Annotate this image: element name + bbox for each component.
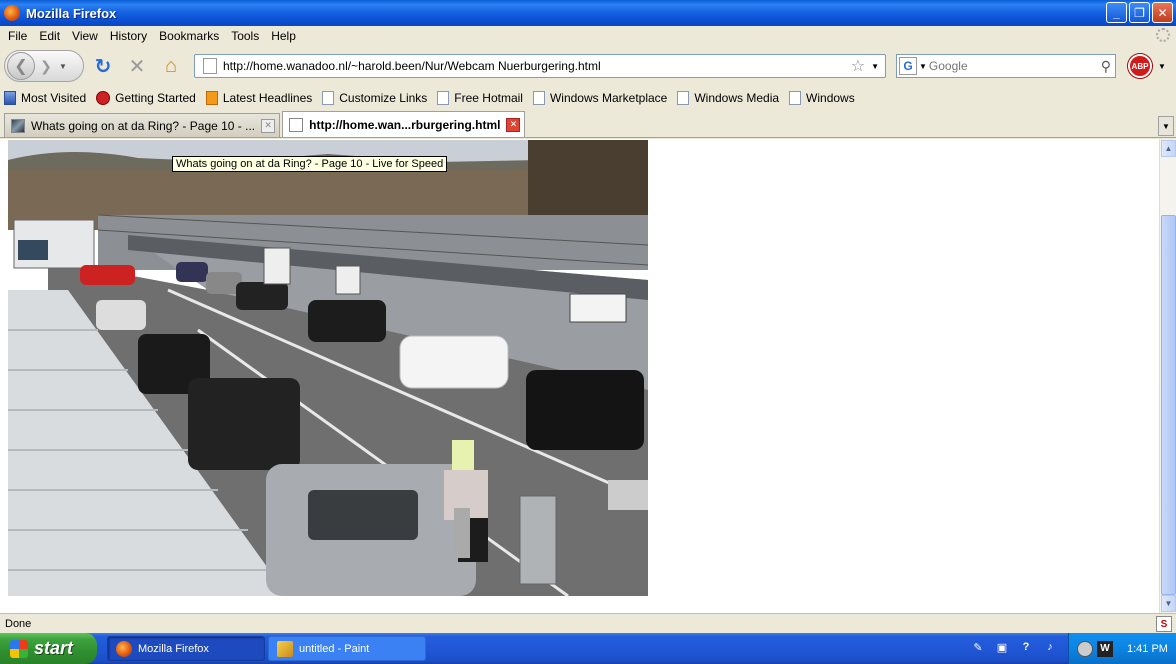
bookmark-customize-links[interactable]: Customize Links [322, 91, 427, 105]
menu-help[interactable]: Help [265, 29, 302, 43]
close-button[interactable]: ✕ [1152, 2, 1173, 23]
search-engine-dropdown-icon[interactable]: ▼ [919, 62, 927, 71]
url-dropdown-icon[interactable]: ▼ [871, 62, 879, 71]
page-favicon-icon [289, 117, 304, 132]
page-icon [322, 91, 335, 105]
tab-bar: Whats going on at da Ring? - Page 10 - .… [0, 111, 1176, 138]
search-input[interactable] [928, 59, 1101, 73]
page-icon [437, 91, 450, 105]
restore-button[interactable]: ❐ [1129, 2, 1150, 23]
bookmark-star-icon[interactable]: ☆ [851, 56, 865, 76]
back-forward-group: ❮ ❯ ▼ [4, 50, 84, 82]
pen-tool-icon[interactable]: ✎ [970, 639, 986, 655]
bookmarks-toolbar: Most Visited Getting Started Latest Head… [0, 86, 1176, 110]
webcam-image [8, 140, 648, 596]
network-icon[interactable]: ▣ [994, 639, 1010, 655]
title-bar: Mozilla Firefox _ ❐ ✕ [0, 0, 1176, 26]
search-magnifier-icon[interactable]: ⚲ [1101, 58, 1111, 75]
webcam-scene [8, 140, 648, 596]
menu-view[interactable]: View [66, 29, 104, 43]
bookmark-getting-started[interactable]: Getting Started [96, 91, 196, 105]
back-arrow-icon: ❮ [14, 58, 28, 75]
tab-close-icon[interactable]: ✕ [261, 118, 276, 133]
bookmark-free-hotmail[interactable]: Free Hotmail [437, 91, 523, 105]
menu-history[interactable]: History [104, 29, 153, 43]
start-button[interactable]: start [0, 633, 97, 664]
adblock-plus-icon[interactable]: ABP [1128, 54, 1152, 78]
scroll-down-arrow-icon[interactable]: ▼ [1161, 595, 1176, 612]
google-search-engine-icon[interactable]: G [899, 57, 917, 75]
history-dropdown-icon[interactable]: ▼ [59, 62, 67, 71]
tab-forum[interactable]: Whats going on at da Ring? - Page 10 - .… [4, 113, 281, 137]
vertical-scrollbar[interactable]: ▲ ▼ [1159, 139, 1176, 613]
forward-arrow-icon: ❯ [40, 57, 52, 74]
menu-bookmarks[interactable]: Bookmarks [153, 29, 225, 43]
firefox-icon [4, 5, 20, 21]
most-visited-icon [4, 91, 16, 105]
minimize-button[interactable]: _ [1106, 2, 1127, 23]
bookmark-most-visited[interactable]: Most Visited [4, 91, 86, 105]
throbber-icon [1156, 28, 1170, 42]
page-icon [677, 91, 690, 105]
tray-app-icon[interactable] [1077, 640, 1093, 657]
taskbar-item-firefox[interactable]: Mozilla Firefox [107, 636, 265, 661]
paint-icon [277, 640, 293, 657]
navigation-toolbar: ❮ ❯ ▼ ↻ ✕ ⌂ http://home.wanadoo.nl/~haro… [0, 46, 1176, 86]
menu-bar: File Edit View History Bookmarks Tools H… [0, 26, 1176, 46]
search-bar[interactable]: G ▼ ⚲ [896, 54, 1116, 78]
volume-icon[interactable]: ♪ [1042, 639, 1058, 655]
page-icon [532, 91, 545, 105]
scroll-up-arrow-icon[interactable]: ▲ [1161, 140, 1176, 157]
url-text[interactable]: http://home.wanadoo.nl/~harold.been/Nur/… [223, 59, 851, 73]
status-bar: Done S [0, 613, 1176, 633]
getting-started-icon [96, 91, 111, 105]
reload-button[interactable]: ↻ [88, 51, 118, 81]
adblock-dropdown-icon[interactable]: ▼ [1158, 62, 1166, 71]
menu-file[interactable]: File [2, 29, 33, 43]
reload-icon: ↻ [94, 55, 112, 78]
forward-button[interactable]: ❯ [35, 55, 57, 77]
bookmark-windows[interactable]: Windows [789, 91, 855, 105]
back-button[interactable]: ❮ [7, 52, 35, 80]
home-icon: ⌂ [164, 54, 178, 77]
url-bar[interactable]: http://home.wanadoo.nl/~harold.been/Nur/… [194, 54, 886, 78]
window-title: Mozilla Firefox [26, 5, 117, 21]
system-tray: W 1:41 PM [1068, 633, 1176, 664]
stop-icon: ✕ [128, 55, 146, 78]
stop-button[interactable]: ✕ [122, 51, 152, 81]
menu-tools[interactable]: Tools [225, 29, 265, 43]
page-icon [789, 91, 802, 105]
scrollbar-thumb[interactable] [1161, 215, 1176, 595]
tab-list-dropdown-icon[interactable]: ▼ [1158, 116, 1174, 136]
window-controls: _ ❐ ✕ [1106, 2, 1173, 23]
taskbar-item-paint[interactable]: untitled - Paint [268, 636, 426, 661]
bookmark-latest-headlines[interactable]: Latest Headlines [205, 91, 312, 105]
page-content: Whats going on at da Ring? - Page 10 - L… [0, 139, 1159, 613]
lfs-favicon-icon [11, 118, 25, 133]
home-button[interactable]: ⌂ [156, 51, 186, 81]
firefox-icon [116, 640, 132, 657]
tab-webcam[interactable]: http://home.wan...rburgering.html ✕ [282, 111, 526, 137]
taskbar: start Mozilla Firefox untitled - Paint ✎… [0, 633, 1176, 664]
tab-tooltip: Whats going on at da Ring? - Page 10 - L… [172, 156, 448, 172]
clock[interactable]: 1:41 PM [1127, 643, 1168, 655]
menu-edit[interactable]: Edit [33, 29, 66, 43]
bookmark-windows-marketplace[interactable]: Windows Marketplace [532, 91, 667, 105]
page-icon [203, 58, 217, 74]
status-text: Done [5, 617, 32, 630]
windows-flag-icon [10, 639, 28, 658]
winamp-icon[interactable]: W [1097, 640, 1113, 657]
bookmark-windows-media[interactable]: Windows Media [677, 91, 779, 105]
quick-tray-icons: ✎ ▣ ? ♪ [970, 639, 1058, 655]
tab-close-icon[interactable]: ✕ [506, 117, 521, 132]
status-addon-icon[interactable]: S [1156, 616, 1172, 632]
rss-icon [205, 91, 218, 105]
help-icon[interactable]: ? [1018, 639, 1034, 655]
